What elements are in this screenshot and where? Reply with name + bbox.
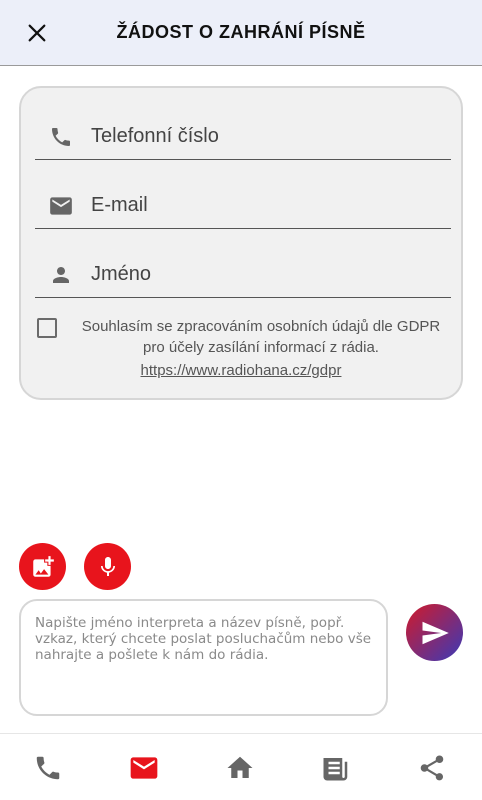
gdpr-link[interactable]: https://www.radiohana.cz/gdpr bbox=[21, 362, 461, 379]
top-app-bar: ŽÁDOST O ZAHRÁNÍ PÍSNĚ bbox=[0, 0, 482, 66]
email-field[interactable]: E-mail bbox=[35, 183, 451, 229]
send-button[interactable] bbox=[406, 604, 463, 661]
gdpr-consent: Souhlasím se zpracováním osobních údajů … bbox=[37, 316, 453, 358]
person-icon bbox=[41, 255, 81, 295]
home-icon bbox=[227, 756, 253, 778]
share-icon bbox=[420, 755, 444, 781]
microphone-icon bbox=[100, 556, 115, 576]
phone-field[interactable]: Telefonní číslo bbox=[35, 114, 451, 160]
nav-mail[interactable] bbox=[126, 750, 162, 786]
message-box bbox=[19, 599, 388, 716]
gdpr-consent-checkbox[interactable] bbox=[37, 318, 57, 338]
add-image-button[interactable] bbox=[19, 543, 66, 590]
gdpr-consent-text: Souhlasím se zpracováním osobních údajů … bbox=[81, 318, 441, 356]
message-input[interactable] bbox=[35, 615, 372, 700]
phone-icon bbox=[41, 117, 81, 157]
nav-home[interactable] bbox=[222, 750, 258, 786]
news-icon bbox=[323, 758, 348, 781]
add-photo-icon bbox=[32, 555, 54, 577]
page-title: ŽÁDOST O ZAHRÁNÍ PÍSNĚ bbox=[116, 22, 366, 42]
name-field[interactable]: Jméno bbox=[35, 252, 451, 298]
email-placeholder: E-mail bbox=[91, 194, 148, 216]
email-icon bbox=[41, 186, 81, 226]
contact-form-card: Telefonní číslo E-mail Jméno Souhlasím s… bbox=[19, 86, 463, 400]
bottom-navigation bbox=[0, 733, 482, 800]
nav-news[interactable] bbox=[318, 750, 354, 786]
send-icon bbox=[422, 621, 449, 644]
nav-phone[interactable] bbox=[30, 750, 66, 786]
nav-share[interactable] bbox=[414, 750, 450, 786]
phone-placeholder: Telefonní číslo bbox=[91, 125, 219, 147]
record-audio-button[interactable] bbox=[84, 543, 131, 590]
phone-icon bbox=[36, 756, 60, 780]
mail-icon bbox=[130, 757, 158, 779]
name-placeholder: Jméno bbox=[91, 263, 152, 285]
